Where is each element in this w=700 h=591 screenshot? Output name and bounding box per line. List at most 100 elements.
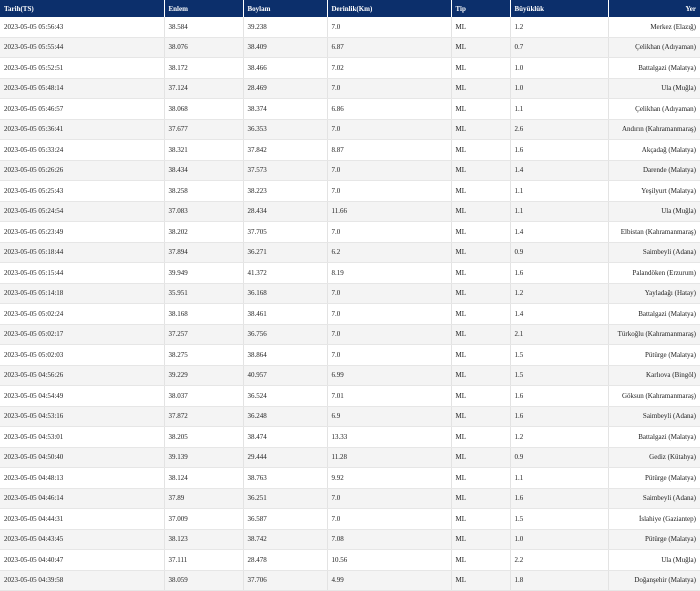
table-row[interactable]: 2023-05-05 04:39:58 38.059 37.706 4.99 ML 1.8… bbox=[0, 570, 700, 591]
cell-date: 2023-05-05 04:48:13 bbox=[0, 467, 165, 489]
column-header-magnitude[interactable]: Büyüklük bbox=[510, 0, 609, 17]
column-header-longitude[interactable]: Boylam bbox=[243, 0, 328, 17]
cell-longitude: 38.474 bbox=[243, 426, 328, 448]
cell-location: Çelikhan (Adıyaman) bbox=[608, 98, 700, 120]
cell-latitude: 38.168 bbox=[164, 303, 244, 325]
cell-date: 2023-05-05 04:39:58 bbox=[0, 570, 165, 591]
cell-location: Elbistan (Kahramanmaraş) bbox=[608, 221, 700, 243]
table-row[interactable]: 2023-05-05 04:48:13 38.124 38.763 9.92 ML 1.1… bbox=[0, 467, 700, 489]
table-row[interactable]: 2023-05-05 05:55:44 38.076 38.409 6.87 ML 0.7… bbox=[0, 37, 700, 58]
cell-magnitude: 1.0 bbox=[510, 529, 609, 550]
cell-latitude: 37.257 bbox=[164, 324, 244, 345]
cell-magnitude: 1.4 bbox=[510, 303, 609, 325]
cell-date: 2023-05-05 04:53:16 bbox=[0, 406, 165, 427]
cell-type: ML bbox=[451, 467, 511, 489]
table-body: 2023-05-05 05:56:43 38.584 39.238 7.0 ML 1.2 M… bbox=[0, 17, 700, 591]
cell-type: ML bbox=[451, 119, 511, 140]
table-row[interactable]: 2023-05-05 05:48:14 37.124 28.469 7.0 ML 1.0 U… bbox=[0, 78, 700, 99]
cell-date: 2023-05-05 04:43:45 bbox=[0, 529, 165, 550]
cell-longitude: 37.705 bbox=[243, 221, 328, 243]
cell-depth: 8.19 bbox=[327, 262, 452, 284]
cell-magnitude: 1.0 bbox=[510, 57, 609, 79]
table-row[interactable]: 2023-05-05 05:02:24 38.168 38.461 7.0 ML 1.4 B… bbox=[0, 303, 700, 325]
cell-longitude: 36.251 bbox=[243, 488, 328, 509]
column-header-type[interactable]: Tip bbox=[451, 0, 511, 17]
table-row[interactable]: 2023-05-05 05:02:03 38.275 38.864 7.0 ML 1.5 P… bbox=[0, 344, 700, 366]
cell-location: Ula (Muğla) bbox=[608, 78, 700, 99]
table-row[interactable]: 2023-05-05 05:36:41 37.677 36.353 7.0 ML 2.6 A… bbox=[0, 119, 700, 140]
table-row[interactable]: 2023-05-05 05:26:26 38.434 37.573 7.0 ML 1.4 D… bbox=[0, 160, 700, 181]
cell-longitude: 38.763 bbox=[243, 467, 328, 489]
cell-date: 2023-05-05 05:26:26 bbox=[0, 160, 165, 181]
table-row[interactable]: 2023-05-05 05:18:44 37.894 36.271 6.2 ML 0.9 S… bbox=[0, 242, 700, 263]
cell-magnitude: 1.2 bbox=[510, 426, 609, 448]
cell-depth: 7.0 bbox=[327, 303, 452, 325]
cell-location: Saimbeyli (Adana) bbox=[608, 242, 700, 263]
table-row[interactable]: 2023-05-05 05:56:43 38.584 39.238 7.0 ML 1.2 M… bbox=[0, 17, 700, 38]
cell-location: Akçadağ (Malatya) bbox=[608, 139, 700, 161]
cell-type: ML bbox=[451, 201, 511, 222]
table-row[interactable]: 2023-05-05 05:46:57 38.068 38.374 6.86 ML 1.1… bbox=[0, 98, 700, 120]
cell-type: ML bbox=[451, 283, 511, 304]
table-row[interactable]: 2023-05-05 04:56:26 39.229 40.957 6.99 ML 1.5… bbox=[0, 365, 700, 386]
cell-depth: 7.0 bbox=[327, 180, 452, 202]
cell-longitude: 38.742 bbox=[243, 529, 328, 550]
table-row[interactable]: 2023-05-05 05:15:44 39.949 41.372 8.19 ML 1.6… bbox=[0, 262, 700, 284]
table-row[interactable]: 2023-05-05 04:44:31 37.009 36.587 7.0 ML 1.5 İ… bbox=[0, 508, 700, 530]
cell-type: ML bbox=[451, 17, 511, 38]
cell-date: 2023-05-05 05:55:44 bbox=[0, 37, 165, 58]
cell-latitude: 38.275 bbox=[164, 344, 244, 366]
cell-location: Palandöken (Erzurum) bbox=[608, 262, 700, 284]
cell-latitude: 38.584 bbox=[164, 17, 244, 38]
table-row[interactable]: 2023-05-05 05:25:43 38.258 38.223 7.0 ML 1.1 Y… bbox=[0, 180, 700, 202]
cell-location: Pütürge (Malatya) bbox=[608, 344, 700, 366]
cell-longitude: 38.223 bbox=[243, 180, 328, 202]
cell-type: ML bbox=[451, 365, 511, 386]
cell-longitude: 36.271 bbox=[243, 242, 328, 263]
cell-location: Göksun (Kahramanmaraş) bbox=[608, 385, 700, 407]
cell-latitude: 38.172 bbox=[164, 57, 244, 79]
cell-longitude: 29.444 bbox=[243, 447, 328, 468]
cell-type: ML bbox=[451, 529, 511, 550]
column-header-latitude[interactable]: Enlem bbox=[164, 0, 244, 17]
cell-date: 2023-05-05 04:56:26 bbox=[0, 365, 165, 386]
cell-longitude: 38.409 bbox=[243, 37, 328, 58]
column-header-date[interactable]: Tarih(TS) bbox=[0, 0, 165, 17]
table-row[interactable]: 2023-05-05 05:14:18 35.951 36.168 7.0 ML 1.2 Y… bbox=[0, 283, 700, 304]
table-row[interactable]: 2023-05-05 05:52:51 38.172 38.466 7.02 ML 1.0… bbox=[0, 57, 700, 79]
cell-location: Çelikhan (Adıyaman) bbox=[608, 37, 700, 58]
table-row[interactable]: 2023-05-05 05:33:24 38.321 37.842 8.87 ML 1.6… bbox=[0, 139, 700, 161]
cell-longitude: 40.957 bbox=[243, 365, 328, 386]
table-row[interactable]: 2023-05-05 05:24:54 37.083 28.434 11.66 ML 1.… bbox=[0, 201, 700, 222]
cell-magnitude: 1.4 bbox=[510, 160, 609, 181]
cell-location: Saimbeyli (Adana) bbox=[608, 406, 700, 427]
cell-depth: 6.86 bbox=[327, 98, 452, 120]
cell-longitude: 38.461 bbox=[243, 303, 328, 325]
cell-magnitude: 0.9 bbox=[510, 447, 609, 468]
table-row[interactable]: 2023-05-05 04:46:14 37.89 36.251 7.0 ML 1.6 Sa… bbox=[0, 488, 700, 509]
table-row[interactable]: 2023-05-05 05:23:49 38.202 37.705 7.0 ML 1.4 E… bbox=[0, 221, 700, 243]
column-header-depth[interactable]: Derinlik(Km) bbox=[327, 0, 452, 17]
table-row[interactable]: 2023-05-05 05:02:17 37.257 36.756 7.0 ML 2.1 T… bbox=[0, 324, 700, 345]
cell-magnitude: 2.2 bbox=[510, 549, 609, 571]
cell-latitude: 38.059 bbox=[164, 570, 244, 591]
cell-depth: 7.0 bbox=[327, 488, 452, 509]
table-row[interactable]: 2023-05-05 04:53:16 37.872 36.248 6.9 ML 1.6 S… bbox=[0, 406, 700, 427]
table-row[interactable]: 2023-05-05 04:54:49 38.037 36.524 7.01 ML 1.6… bbox=[0, 385, 700, 407]
cell-type: ML bbox=[451, 139, 511, 161]
cell-location: Gediz (Kütahya) bbox=[608, 447, 700, 468]
column-header-location[interactable]: Yer bbox=[608, 0, 700, 17]
cell-latitude: 37.894 bbox=[164, 242, 244, 263]
cell-magnitude: 1.6 bbox=[510, 406, 609, 427]
cell-depth: 6.99 bbox=[327, 365, 452, 386]
table-row[interactable]: 2023-05-05 04:53:01 38.205 38.474 13.33 ML 1.… bbox=[0, 426, 700, 448]
cell-depth: 7.0 bbox=[327, 283, 452, 304]
table-row[interactable]: 2023-05-05 04:40:47 37.111 28.478 10.56 ML 2.… bbox=[0, 549, 700, 571]
table-row[interactable]: 2023-05-05 04:50:40 39.139 29.444 11.28 ML 0.… bbox=[0, 447, 700, 468]
cell-type: ML bbox=[451, 57, 511, 79]
cell-magnitude: 1.1 bbox=[510, 98, 609, 120]
cell-longitude: 28.469 bbox=[243, 78, 328, 99]
table-row[interactable]: 2023-05-05 04:43:45 38.123 38.742 7.08 ML 1.0… bbox=[0, 529, 700, 550]
cell-date: 2023-05-05 04:53:01 bbox=[0, 426, 165, 448]
cell-type: ML bbox=[451, 324, 511, 345]
